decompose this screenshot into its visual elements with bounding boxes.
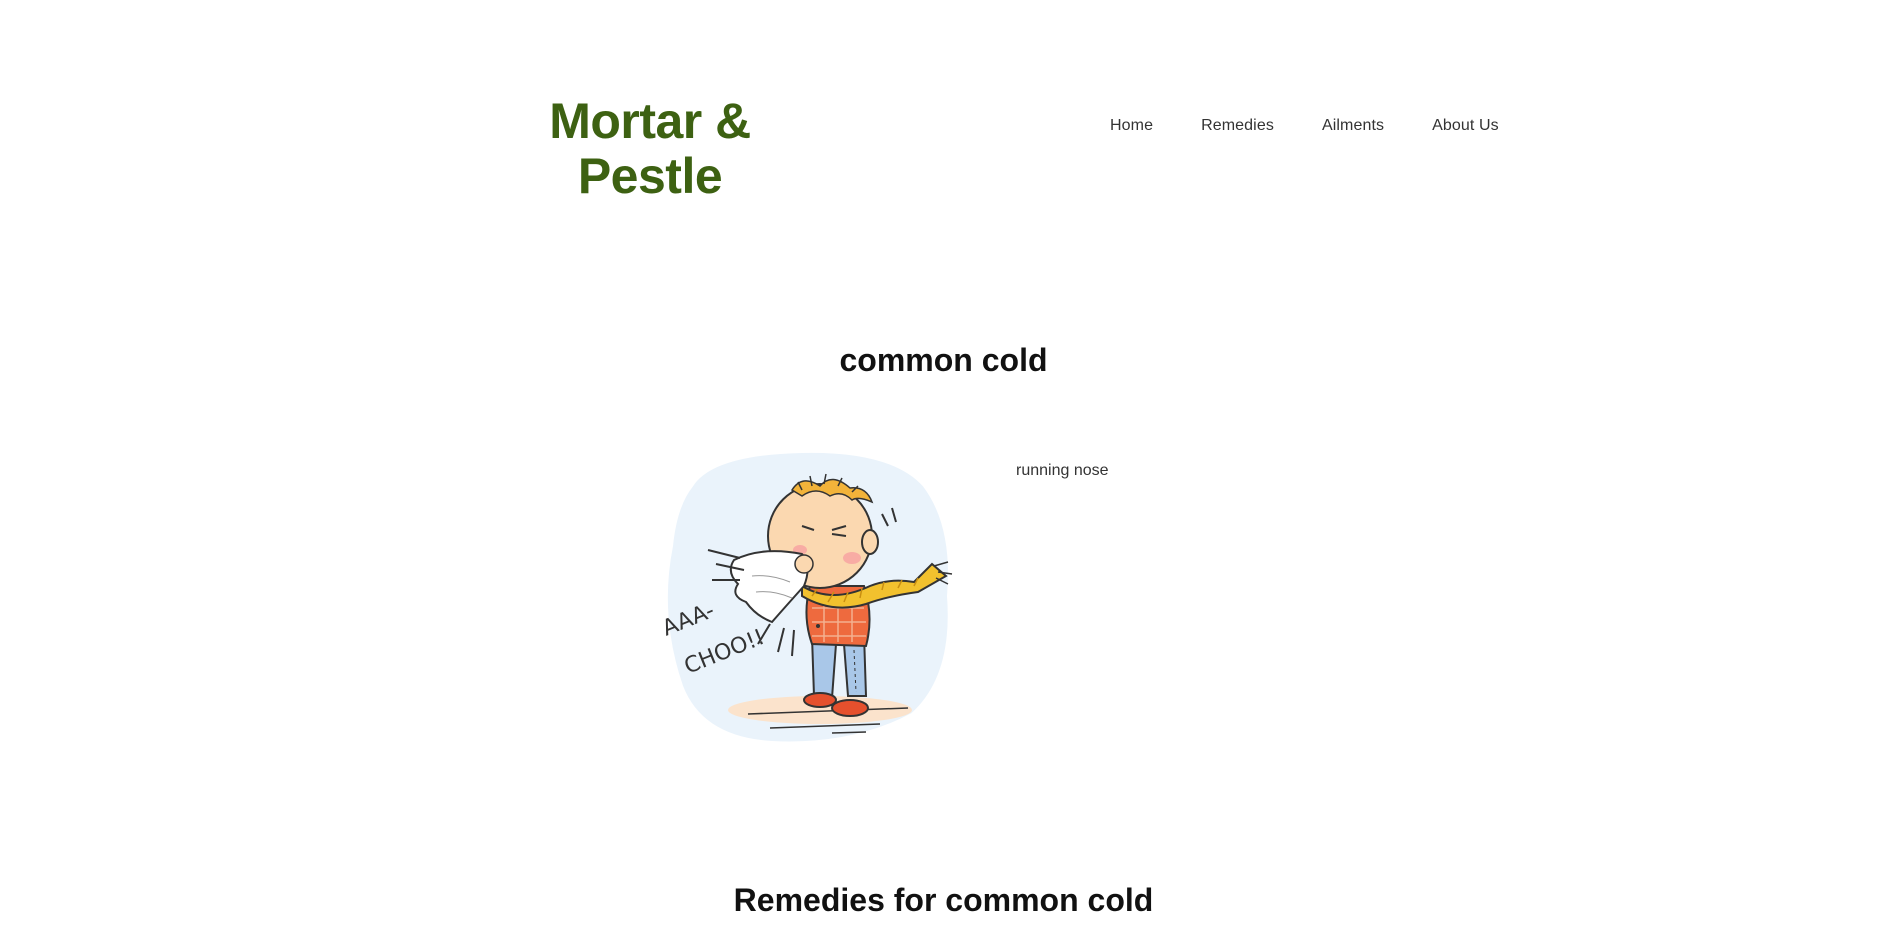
site-header: Mortar & Pestle Home Remedies Ailments A… [0, 0, 1887, 230]
symptom-text: running nose [1016, 462, 1109, 479]
page: Mortar & Pestle Home Remedies Ailments A… [0, 0, 1887, 947]
nav-about-us-link[interactable]: About Us [1432, 117, 1499, 135]
main-nav: Home Remedies Ailments About Us [1110, 114, 1499, 138]
ailment-title: common cold [839, 342, 1048, 378]
sneezing-child-illustration: AAA- CHOO!! [652, 446, 956, 750]
site-logo[interactable]: Mortar & Pestle [530, 94, 770, 204]
nav-ailments-link[interactable]: Ailments [1322, 117, 1384, 135]
nav-home-link[interactable]: Home [1110, 117, 1153, 135]
remedies-heading: Remedies for common cold [733, 882, 1154, 918]
nav-remedies-link[interactable]: Remedies [1201, 117, 1274, 135]
